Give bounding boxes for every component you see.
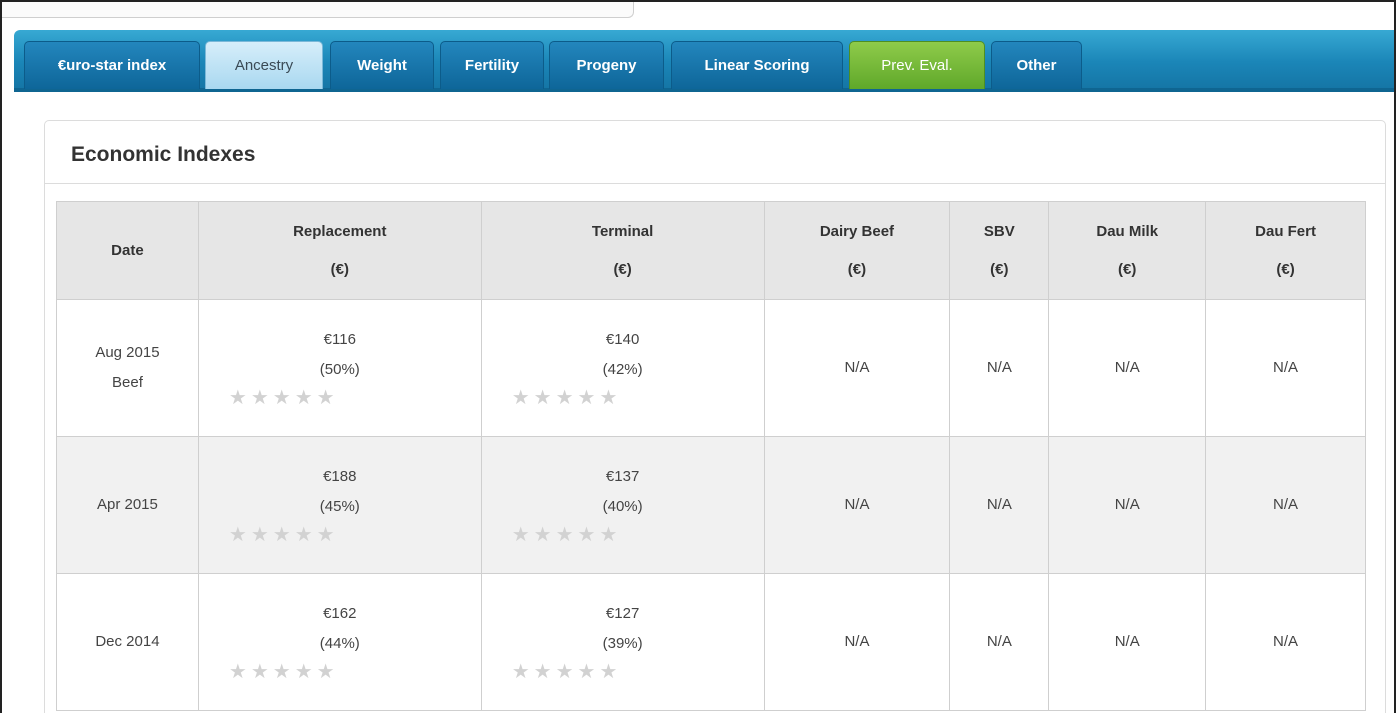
cell-dau-milk: N/A [1048, 573, 1207, 711]
cell-replacement: €188 (45%) ★ ★ ★ ★ ★ [197, 436, 482, 574]
star-rating: ★ ★ ★ ★ ★ [482, 522, 764, 548]
cell-date: Dec 2014 [56, 573, 199, 711]
star-icon: ★ [272, 387, 291, 409]
star-icon: ★ [294, 661, 313, 683]
tab-linear-scoring[interactable]: Linear Scoring [671, 41, 843, 89]
terminal-value: €127 [605, 605, 640, 622]
tab-weight[interactable]: Weight [330, 41, 434, 89]
star-icon: ★ [555, 661, 574, 683]
cell-sbv: N/A [949, 573, 1050, 711]
star-icon: ★ [533, 524, 552, 546]
star-icon: ★ [577, 387, 596, 409]
cell-dairy-beef: N/A [763, 299, 951, 437]
terminal-value: €137 [605, 468, 640, 485]
star-icon: ★ [316, 661, 335, 683]
terminal-reliability: (40%) [602, 498, 643, 515]
star-icon: ★ [250, 387, 269, 409]
table-header-row: Date Replacement (€) Terminal (€) Dairy Be… [56, 201, 1366, 300]
star-icon: ★ [294, 524, 313, 546]
star-rating: ★ ★ ★ ★ ★ [199, 385, 481, 411]
col-header-replacement[interactable]: Replacement (€) [197, 201, 482, 300]
app-frame: €uro-star index Ancestry Weight Fertilit… [0, 0, 1396, 713]
terminal-reliability: (42%) [602, 361, 643, 378]
date-text: Aug 2015 [95, 344, 160, 361]
tab-eurostar-index[interactable]: €uro-star index [24, 41, 200, 89]
star-icon: ★ [577, 661, 596, 683]
col-header-sbv[interactable]: SBV (€) [949, 201, 1050, 300]
cell-dau-fert: N/A [1205, 573, 1366, 711]
date-text: Dec 2014 [95, 633, 160, 650]
tab-progeny[interactable]: Progeny [549, 41, 664, 89]
tab-prev-eval[interactable]: Prev. Eval. [849, 41, 985, 89]
replacement-value: €116 [323, 331, 356, 348]
replacement-reliability: (45%) [319, 498, 360, 515]
tab-fertility[interactable]: Fertility [440, 41, 544, 89]
star-icon: ★ [599, 524, 618, 546]
cell-terminal: €127 (39%) ★ ★ ★ ★ ★ [480, 573, 765, 711]
star-icon: ★ [555, 524, 574, 546]
date-sub-text: Beef [112, 374, 143, 391]
star-icon: ★ [272, 661, 291, 683]
replacement-reliability: (44%) [319, 635, 360, 652]
col-header-dau-milk[interactable]: Dau Milk (€) [1048, 201, 1207, 300]
col-header-date[interactable]: Date [56, 201, 199, 300]
star-icon: ★ [228, 524, 247, 546]
terminal-value: €140 [605, 331, 640, 348]
star-icon: ★ [316, 524, 335, 546]
cell-date: Aug 2015 Beef [56, 299, 199, 437]
tab-bar: €uro-star index Ancestry Weight Fertilit… [14, 30, 1394, 92]
star-icon: ★ [511, 524, 530, 546]
col-header-dau-fert[interactable]: Dau Fert (€) [1205, 201, 1366, 300]
cell-terminal: €137 (40%) ★ ★ ★ ★ ★ [480, 436, 765, 574]
cell-sbv: N/A [949, 436, 1050, 574]
star-icon: ★ [228, 387, 247, 409]
star-icon: ★ [250, 661, 269, 683]
col-header-dairy-beef[interactable]: Dairy Beef (€) [763, 201, 951, 300]
star-rating: ★ ★ ★ ★ ★ [199, 659, 481, 685]
star-icon: ★ [272, 524, 291, 546]
star-icon: ★ [511, 661, 530, 683]
star-icon: ★ [533, 661, 552, 683]
star-icon: ★ [599, 387, 618, 409]
panel-title: Economic Indexes [71, 143, 256, 166]
cell-dau-milk: N/A [1048, 436, 1207, 574]
cell-replacement: €162 (44%) ★ ★ ★ ★ ★ [197, 573, 482, 711]
cell-replacement: €116 (50%) ★ ★ ★ ★ ★ [197, 299, 482, 437]
cell-sbv: N/A [949, 299, 1050, 437]
star-icon: ★ [250, 524, 269, 546]
star-icon: ★ [228, 661, 247, 683]
cell-dairy-beef: N/A [763, 436, 951, 574]
star-icon: ★ [511, 387, 530, 409]
cell-date: Apr 2015 [56, 436, 199, 574]
cell-dau-fert: N/A [1205, 436, 1366, 574]
star-icon: ★ [555, 387, 574, 409]
replacement-reliability: (50%) [319, 361, 360, 378]
economic-indexes-panel: Economic Indexes Date Replacement (€) Ter… [44, 120, 1386, 713]
table-row: Apr 2015 €188 (45%) ★ ★ ★ ★ ★ €137 (40%)… [56, 436, 1366, 574]
replacement-value: €188 [323, 468, 357, 485]
cell-dau-milk: N/A [1048, 299, 1207, 437]
replacement-value: €162 [323, 605, 357, 622]
col-header-terminal[interactable]: Terminal (€) [480, 201, 765, 300]
cell-dairy-beef: N/A [763, 573, 951, 711]
table-row: Aug 2015 Beef €116 (50%) ★ ★ ★ ★ ★ €140 … [56, 299, 1366, 437]
cell-terminal: €140 (42%) ★ ★ ★ ★ ★ [480, 299, 765, 437]
tab-other[interactable]: Other [991, 41, 1082, 89]
star-icon: ★ [316, 387, 335, 409]
star-icon: ★ [577, 524, 596, 546]
star-icon: ★ [599, 661, 618, 683]
star-icon: ★ [294, 387, 313, 409]
panel-divider [45, 183, 1385, 184]
star-rating: ★ ★ ★ ★ ★ [482, 659, 764, 685]
star-icon: ★ [533, 387, 552, 409]
table-row: Dec 2014 €162 (44%) ★ ★ ★ ★ ★ €127 (39%)… [56, 573, 1366, 711]
star-rating: ★ ★ ★ ★ ★ [482, 385, 764, 411]
date-text: Apr 2015 [96, 496, 158, 513]
cell-dau-fert: N/A [1205, 299, 1366, 437]
economic-indexes-table: Date Replacement (€) Terminal (€) Dairy Be… [56, 201, 1366, 711]
star-rating: ★ ★ ★ ★ ★ [199, 522, 481, 548]
terminal-reliability: (39%) [602, 635, 643, 652]
tab-ancestry[interactable]: Ancestry [205, 41, 323, 89]
top-panel-edge [2, 2, 634, 18]
